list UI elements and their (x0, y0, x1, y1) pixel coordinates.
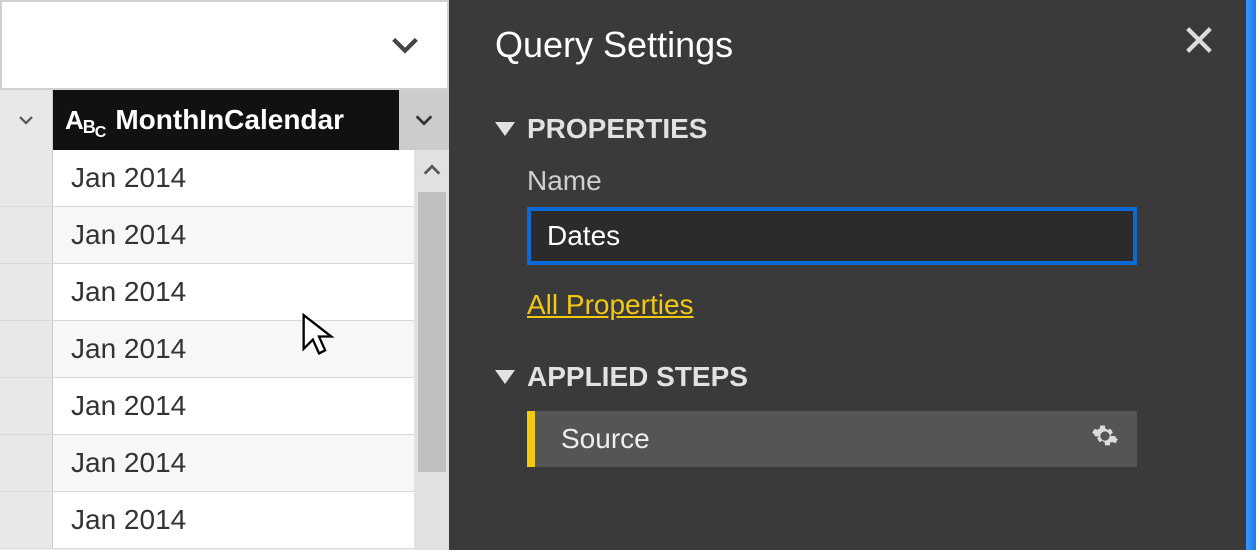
cell[interactable]: Jan 2014 (53, 207, 414, 263)
row-handle[interactable] (0, 321, 53, 377)
column-header[interactable]: ABC MonthInCalendar (53, 90, 399, 150)
step-label: Source (561, 423, 650, 455)
table-row[interactable]: Jan 2014 (0, 150, 414, 207)
chevron-down-icon[interactable] (385, 25, 425, 65)
grid-body: Jan 2014 Jan 2014 Jan 2014 Jan 2014 Jan … (0, 150, 449, 550)
table-row[interactable]: Jan 2014 (0, 321, 414, 378)
table-row[interactable]: Jan 2014 (0, 435, 414, 492)
scroll-thumb[interactable] (418, 192, 446, 472)
row-handle[interactable] (0, 435, 53, 491)
data-grid-panel: ABC MonthInCalendar Jan 2014 Jan 2014 Ja… (0, 0, 455, 550)
cell[interactable]: Jan 2014 (53, 150, 414, 206)
cell[interactable]: Jan 2014 (53, 492, 414, 548)
properties-label: PROPERTIES (527, 113, 707, 145)
column-filter-button[interactable] (399, 90, 449, 150)
formula-bar[interactable] (0, 0, 449, 90)
row-handle[interactable] (0, 492, 53, 548)
all-properties-link[interactable]: All Properties (527, 289, 694, 321)
query-name-input[interactable] (527, 207, 1137, 265)
cell[interactable]: Jan 2014 (53, 378, 414, 434)
collapse-triangle-icon (495, 370, 515, 384)
table-row[interactable]: Jan 2014 (0, 207, 414, 264)
table-row[interactable]: Jan 2014 (0, 492, 414, 549)
collapse-triangle-icon (495, 122, 515, 136)
table-row[interactable]: Jan 2014 (0, 264, 414, 321)
row-handle[interactable] (0, 264, 53, 320)
column-header-row: ABC MonthInCalendar (0, 90, 449, 150)
panel-title: Query Settings (495, 24, 733, 66)
vertical-scrollbar[interactable] (414, 150, 449, 550)
cell[interactable]: Jan 2014 (53, 435, 414, 491)
text-type-icon: ABC (65, 105, 105, 136)
column-header-label: MonthInCalendar (115, 104, 344, 136)
table-row[interactable]: Jan 2014 (0, 378, 414, 435)
applied-steps-label: APPLIED STEPS (527, 361, 748, 393)
close-icon[interactable] (1182, 22, 1216, 67)
applied-steps-section-header[interactable]: APPLIED STEPS (495, 361, 1216, 393)
cell[interactable]: Jan 2014 (53, 321, 414, 377)
select-all-handle[interactable] (0, 90, 53, 150)
row-handle[interactable] (0, 150, 53, 206)
name-label: Name (527, 165, 1216, 197)
scroll-up-arrow-icon[interactable] (414, 150, 449, 190)
query-settings-panel: Query Settings PROPERTIES Name All Prope… (455, 0, 1256, 550)
cell[interactable]: Jan 2014 (53, 264, 414, 320)
row-handle[interactable] (0, 378, 53, 434)
properties-section-header[interactable]: PROPERTIES (495, 113, 1216, 145)
row-handle[interactable] (0, 207, 53, 263)
gear-icon[interactable] (1091, 422, 1119, 457)
applied-step-item[interactable]: Source (527, 411, 1137, 467)
